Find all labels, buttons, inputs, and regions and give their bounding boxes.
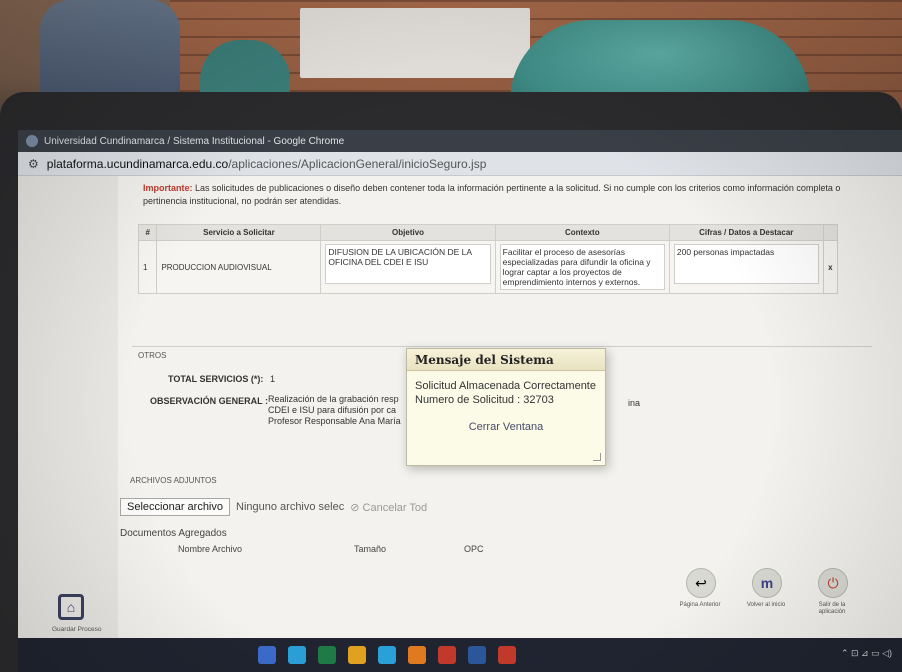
objective-textarea[interactable]: DIFUSION DE LA UBICACIÓN DE LA OFICINA D… bbox=[325, 244, 491, 284]
row-service: PRODUCCION AUDIOVISUAL bbox=[156, 240, 322, 294]
dialog-message: Solicitud Almacenada Correctamente Numer… bbox=[407, 371, 605, 407]
no-file-text: Ninguno archivo selec bbox=[236, 501, 345, 513]
url-host: plataforma.ucundinamarca.edu.co bbox=[46, 156, 229, 171]
total-services-label: TOTAL SERVICIOS (*): bbox=[168, 374, 264, 384]
chrome-taskbar-icon[interactable] bbox=[378, 646, 396, 664]
excel-icon[interactable] bbox=[318, 646, 336, 664]
docs-col-size: Tamaño bbox=[354, 544, 387, 554]
save-button-label[interactable]: Guardar Proceso bbox=[52, 626, 102, 634]
observation-trailing: ina bbox=[628, 398, 641, 408]
prev-page-label[interactable]: Página Anterior bbox=[678, 602, 722, 609]
save-icon[interactable]: ⌂ bbox=[58, 594, 84, 620]
exit-icon[interactable]: ⏻ bbox=[818, 568, 848, 598]
dialog-line-1: Solicitud Almacenada Correctamente bbox=[415, 380, 596, 392]
row-num: 1 bbox=[137, 240, 158, 294]
system-message-dialog: Mensaje del Sistema Solicitud Almacenada… bbox=[406, 348, 606, 466]
prev-page-icon[interactable]: ↩ bbox=[686, 568, 716, 598]
remove-row-button[interactable]: x bbox=[822, 240, 839, 294]
address-bar[interactable]: ⚙ plataforma.ucundinamarca.edu.co/aplica… bbox=[18, 152, 902, 176]
file-upload-row: Seleccionar archivo Ninguno archivo sele… bbox=[120, 498, 427, 516]
notice-text: Las solicitudes de publicaciones o diseñ… bbox=[143, 183, 841, 206]
windows-taskbar: ⌃ ⊡ ⊿ ▭ ◁) bbox=[18, 638, 902, 672]
exit-label[interactable]: Salir de la aplicación bbox=[810, 602, 854, 616]
browser-titlebar: Universidad Cundinamarca / Sistema Insti… bbox=[18, 130, 902, 152]
resize-handle[interactable] bbox=[593, 453, 601, 461]
close-window-link[interactable]: Cerrar Ventana bbox=[407, 421, 605, 433]
docs-added-label: Documentos Agregados bbox=[120, 528, 227, 539]
table-row: 1 PRODUCCION AUDIOVISUAL DIFUSION DE LA … bbox=[137, 240, 839, 294]
window-title: Universidad Cundinamarca / Sistema Insti… bbox=[44, 135, 345, 147]
whiteboard bbox=[300, 8, 530, 78]
figures-textarea[interactable]: 200 personas impactadas bbox=[673, 244, 819, 284]
col-header-figures: Cifras / Datos a Destacar bbox=[668, 224, 824, 241]
site-info-icon[interactable]: ⚙ bbox=[28, 157, 39, 171]
docs-col-opc: OPC bbox=[464, 544, 484, 554]
cancel-all-link[interactable]: ⊘ Cancelar Tod bbox=[350, 501, 427, 514]
choose-file-button[interactable]: Seleccionar archivo bbox=[120, 498, 230, 516]
system-tray: ⌃ ⊡ ⊿ ▭ ◁) bbox=[840, 648, 892, 658]
taskbar-app-icon[interactable] bbox=[408, 646, 426, 664]
col-header-service: Servicio a Solicitar bbox=[156, 224, 322, 241]
chrome-icon bbox=[26, 135, 38, 147]
taskbar-app-icon[interactable] bbox=[258, 646, 276, 664]
powerpoint-icon[interactable] bbox=[498, 646, 516, 664]
url-path: /aplicaciones/AplicacionGeneral/inicioSe… bbox=[228, 156, 487, 171]
notice-label: Importante: bbox=[143, 183, 193, 193]
otros-label: OTROS bbox=[138, 351, 167, 360]
dialog-line-2: Numero de Solicitud : 32703 bbox=[415, 394, 554, 406]
home-label[interactable]: Volver al inicio bbox=[744, 602, 788, 609]
col-header-context: Contexto bbox=[494, 224, 670, 241]
home-icon[interactable]: m bbox=[752, 568, 782, 598]
docs-table-header: Nombre Archivo Tamaño OPC bbox=[138, 540, 608, 560]
col-header-objective: Objetivo bbox=[320, 224, 496, 241]
laptop-screen: Universidad Cundinamarca / Sistema Insti… bbox=[18, 130, 902, 672]
col-header-num: # bbox=[137, 224, 158, 241]
taskbar-app-icon[interactable] bbox=[288, 646, 306, 664]
services-table: # Servicio a Solicitar Objetivo Contexto… bbox=[137, 224, 839, 294]
dialog-title: Mensaje del Sistema bbox=[407, 349, 605, 371]
attachments-label: ARCHIVOS ADJUNTOS bbox=[130, 476, 217, 485]
taskbar-app-icon[interactable] bbox=[348, 646, 366, 664]
total-services-value: 1 bbox=[270, 374, 276, 384]
important-notice: Importante: Las solicitudes de publicaci… bbox=[118, 176, 878, 208]
observation-label: OBSERVACIÓN GENERAL : bbox=[150, 396, 269, 406]
context-textarea[interactable]: Facilitar el proceso de asesorías especi… bbox=[499, 244, 665, 290]
word-icon[interactable] bbox=[468, 646, 486, 664]
docs-col-name: Nombre Archivo bbox=[178, 544, 243, 554]
acrobat-icon[interactable] bbox=[438, 646, 456, 664]
